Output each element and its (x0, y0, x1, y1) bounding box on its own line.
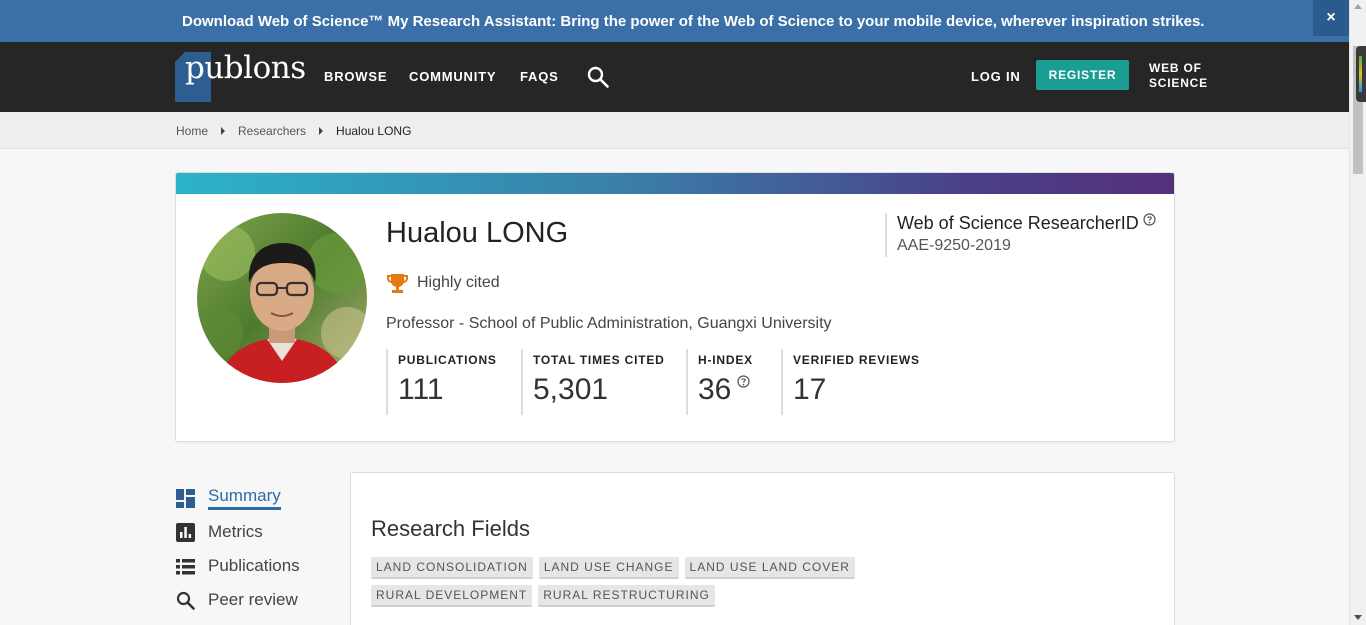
stat-times-cited[interactable]: TOTAL TIMES CITED 5,301 (521, 349, 676, 415)
stat-label: H-INDEX (698, 353, 753, 367)
trophy-icon (387, 274, 408, 293)
stat-verified-reviews[interactable]: VERIFIED REVIEWS 17 (781, 349, 921, 415)
banner-text: : Bring the power of the Web of Science … (551, 13, 1205, 30)
breadcrumb: Home Researchers Hualou LONG (176, 124, 411, 138)
top-navbar: publons BROWSE COMMUNITY FAQS LOG IN REG… (0, 42, 1349, 112)
page-scrollbar[interactable] (1349, 0, 1366, 625)
stat-value: 36 (698, 373, 732, 406)
banner-title: Download Web of Science™ My Research Ass… (182, 13, 552, 30)
research-tag[interactable]: LAND USE LAND COVER (684, 557, 855, 579)
profile-photo (197, 213, 367, 383)
sidebar-item-metrics[interactable]: Metrics (176, 515, 300, 549)
register-button[interactable]: REGISTER (1036, 60, 1129, 90)
breadcrumb-researchers[interactable]: Researchers (238, 124, 306, 138)
sidebar-item-label: Metrics (208, 522, 263, 541)
breadcrumb-arrow-icon (221, 127, 226, 135)
research-tag[interactable]: RURAL DEVELOPMENT (371, 585, 533, 607)
breadcrumb-current: Hualou LONG (336, 124, 412, 138)
stat-label: PUBLICATIONS (398, 353, 497, 367)
bar-chart-icon (176, 522, 195, 542)
stat-value: 111 (398, 373, 444, 406)
sidebar-item-summary[interactable]: Summary (176, 481, 300, 515)
stat-label: VERIFIED REVIEWS (793, 353, 920, 367)
sidebar-item-peer-review[interactable]: Peer review (176, 583, 300, 617)
breadcrumb-arrow-icon (319, 127, 324, 135)
stat-value: 17 (793, 373, 827, 406)
highly-cited-badge: Highly cited (387, 272, 500, 294)
avatar (197, 213, 367, 383)
research-tag[interactable]: LAND CONSOLIDATION (371, 557, 533, 579)
research-fields-panel: Research Fields LAND CONSOLIDATION LAND … (350, 472, 1175, 625)
research-tag[interactable]: RURAL RESTRUCTURING (538, 585, 715, 607)
sidebar-item-publications[interactable]: Publications (176, 549, 300, 583)
nav-browse[interactable]: BROWSE (324, 69, 387, 84)
search-icon (176, 591, 195, 610)
close-icon: × (1326, 9, 1336, 26)
sidebar-item-label: Peer review (208, 590, 298, 609)
help-icon[interactable] (737, 375, 750, 388)
research-tag[interactable]: LAND USE CHANGE (538, 557, 679, 579)
logo-text: publons (185, 50, 306, 86)
wos-line-2: SCIENCE (1149, 76, 1208, 90)
breadcrumb-bar: Home Researchers Hualou LONG (0, 112, 1349, 149)
extension-tab-icon[interactable] (1356, 46, 1366, 102)
nav-community[interactable]: COMMUNITY (409, 69, 496, 84)
sidebar-item-label: Summary (208, 486, 281, 510)
researcher-id-value: AAE-9250-2019 (897, 237, 1011, 254)
researcher-name: Hualou LONG (386, 217, 569, 249)
research-tags: LAND CONSOLIDATION LAND USE CHANGE LAND … (371, 557, 1011, 613)
researcher-id-block: Web of Science ResearcherID AAE-9250-201… (885, 213, 1156, 257)
sidebar-item-label: Publications (208, 556, 300, 575)
nav-faqs[interactable]: FAQS (520, 69, 559, 84)
dashboard-icon (176, 488, 195, 508)
stat-value: 5,301 (533, 373, 609, 406)
promo-banner: Download Web of Science™ My Research Ass… (0, 0, 1349, 42)
wos-line-1: WEB OF (1149, 61, 1202, 75)
research-fields-title: Research Fields (371, 516, 530, 541)
highly-cited-label: Highly cited (417, 274, 500, 291)
scroll-down-icon[interactable] (1354, 615, 1362, 620)
profile-card: Hualou LONG Highly cited Professor - Sch… (175, 172, 1175, 442)
publons-logo[interactable]: publons (175, 50, 306, 102)
list-icon (176, 558, 195, 574)
banner-close-button[interactable]: × (1313, 0, 1349, 36)
login-link[interactable]: LOG IN (971, 69, 1021, 84)
help-icon[interactable] (1143, 213, 1156, 226)
search-icon[interactable] (587, 66, 609, 88)
banner-message[interactable]: Download Web of Science™ My Research Ass… (182, 13, 1204, 30)
affiliation: Professor - School of Public Administrat… (386, 315, 832, 332)
breadcrumb-home[interactable]: Home (176, 124, 208, 138)
researcher-id-label: Web of Science ResearcherID (897, 213, 1139, 233)
web-of-science-link[interactable]: WEB OF SCIENCE (1149, 61, 1208, 91)
profile-sidebar: Summary Metrics Publications Peer review (176, 481, 300, 617)
stat-publications[interactable]: PUBLICATIONS 111 (386, 349, 511, 415)
card-header-gradient (176, 173, 1174, 194)
stat-h-index[interactable]: H-INDEX 36 (686, 349, 771, 415)
stat-label: TOTAL TIMES CITED (533, 353, 665, 367)
scroll-up-icon[interactable] (1354, 4, 1362, 9)
